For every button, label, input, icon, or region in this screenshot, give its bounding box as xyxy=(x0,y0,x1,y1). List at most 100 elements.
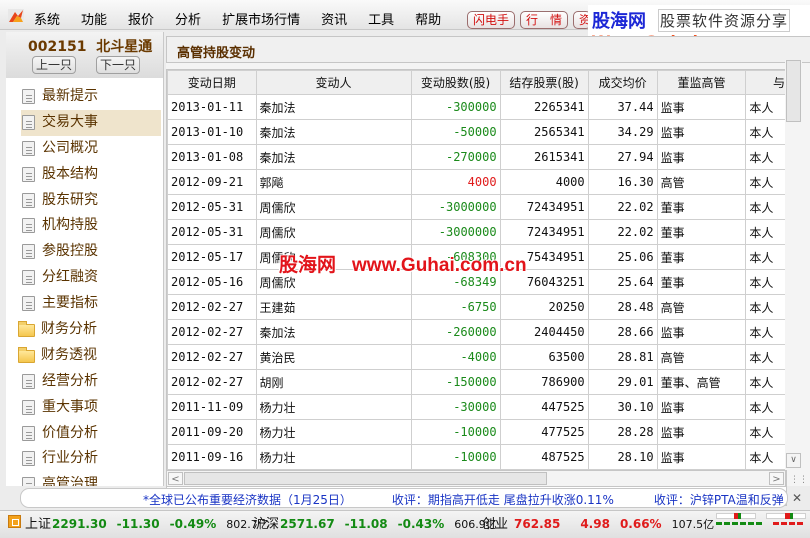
sidebar-item[interactable]: 参股控股 xyxy=(6,239,163,265)
brand-slogan: 股票软件资源分享 xyxy=(658,9,791,32)
window-restore-icon[interactable] xyxy=(8,515,21,528)
cell-person: 周儒欣 xyxy=(255,244,412,270)
sidebar-item[interactable]: 分红融资 xyxy=(6,265,163,291)
cell-avg-price: 16.30 xyxy=(587,169,658,195)
cell-position: 监事 xyxy=(656,419,747,445)
table-row[interactable]: 2013-01-10 秦加法 -50000 2565341 34.29 监事 本人 xyxy=(167,119,786,145)
market-button[interactable]: 行 情 xyxy=(520,11,569,29)
table-row[interactable]: 2011-09-16 杨力壮 -10000 487525 28.10 监事 本人 xyxy=(167,444,786,470)
table-row[interactable]: 2012-05-16 周儒欣 -68349 76043251 25.64 董事 本人 xyxy=(167,269,786,295)
menu-extended-market[interactable]: 扩展市场行情 xyxy=(222,9,300,28)
col-header-remaining-shares[interactable]: 结存股票(股) xyxy=(499,70,589,95)
col-header-position[interactable]: 董监高管 xyxy=(656,70,747,95)
cell-person: 秦加法 xyxy=(255,119,412,145)
sidebar-item[interactable]: 主要指标 xyxy=(6,291,163,317)
sidebar-item[interactable]: 股本结构 xyxy=(6,162,163,188)
table-row[interactable]: 2012-02-27 黄治民 -4000 63500 28.81 高管 本人 xyxy=(167,344,786,370)
vertical-scrollbar[interactable]: ∨ xyxy=(785,60,802,470)
table-row[interactable]: 2012-02-27 王建茹 -6750 20250 28.48 高管 本人 xyxy=(167,294,786,320)
news-ticker: *全球已公布重要经济数据（1月25日） 收评：期指高开低走 尾盘拉升收涨0.11%… xyxy=(20,488,788,508)
table-row[interactable]: 2013-01-11 秦加法 -300000 2265341 37.44 监事 本人 xyxy=(167,94,786,120)
table-row[interactable]: 2012-02-27 秦加法 -260000 2404450 28.66 监事 本人 xyxy=(167,319,786,345)
sidebar-item-label: 财务透视 xyxy=(41,346,97,363)
menu-function[interactable]: 功能 xyxy=(81,9,107,28)
cell-change-shares: -3000000 xyxy=(410,219,501,245)
scroll-right-icon[interactable]: > xyxy=(769,472,784,485)
cell-avg-price: 29.01 xyxy=(587,369,658,395)
vertical-scroll-thumb[interactable] xyxy=(786,60,801,122)
cell-relation: 本人 xyxy=(745,444,786,470)
index-change: -11.08 xyxy=(344,517,388,531)
index-name: 创业 xyxy=(482,517,509,532)
sidebar-item[interactable]: 公司概况 xyxy=(6,136,163,162)
sidebar-item[interactable]: 最新提示 xyxy=(6,84,163,110)
next-stock-button[interactable]: 下一只 xyxy=(96,56,140,74)
table-row[interactable]: 2012-05-31 周儒欣 -3000000 72434951 22.02 董事 本人 xyxy=(167,194,786,220)
horizontal-scrollbar[interactable]: < > xyxy=(166,470,786,487)
sidebar-item[interactable]: 价值分析 xyxy=(6,421,163,447)
sidebar-item[interactable]: 高管治理 xyxy=(6,472,163,486)
menu-help[interactable]: 帮助 xyxy=(415,9,441,28)
cell-avg-price: 28.10 xyxy=(587,444,658,470)
ticker-item[interactable]: *全球已公布重要经济数据（1月25日） xyxy=(143,493,352,507)
document-icon xyxy=(22,399,35,415)
stock-header: 002151 北斗星通 上一只 下一只 xyxy=(6,32,163,78)
prev-stock-button[interactable]: 上一只 xyxy=(32,56,76,74)
menu-tools[interactable]: 工具 xyxy=(368,9,394,28)
table-row[interactable]: 2011-09-20 杨力壮 -10000 477525 28.28 监事 本人 xyxy=(167,419,786,445)
sidebar-item[interactable]: 财务透视 xyxy=(6,343,163,369)
col-header-change-shares[interactable]: 变动股数(股) xyxy=(410,70,501,95)
document-icon xyxy=(22,192,35,208)
menu-analysis[interactable]: 分析 xyxy=(175,9,201,28)
lightning-trade-button[interactable]: 闪电手 xyxy=(467,11,516,29)
breadth-bar-red xyxy=(773,522,805,525)
cell-person: 王建茹 xyxy=(255,294,412,320)
sidebar-item[interactable]: 经营分析 xyxy=(6,369,163,395)
horizontal-scroll-thumb[interactable] xyxy=(184,472,547,485)
sidebar-item[interactable]: 重大事项 xyxy=(6,395,163,421)
table-row[interactable]: 2012-09-21 郭飚 4000 4000 16.30 高管 本人 xyxy=(167,169,786,195)
table-row[interactable]: 2011-11-09 杨力壮 -30000 447525 30.10 监事 本人 xyxy=(167,394,786,420)
index-change: 4.98 xyxy=(580,517,610,531)
cell-change-shares: -50000 xyxy=(410,119,501,145)
document-icon xyxy=(22,89,35,104)
sidebar-item[interactable]: 交易大事 xyxy=(21,109,161,136)
menu-items: 系统 功能 报价 分析 扩展市场行情 资讯 工具 帮助 xyxy=(34,9,462,28)
index-shanghai[interactable]: 上证2291.30 -11.30 -0.49% 802.7亿 xyxy=(25,513,269,532)
document-icon xyxy=(22,114,35,130)
index-chinext[interactable]: 创业 762.85 4.98 0.66% 107.5亿 xyxy=(482,513,714,532)
scroll-down-icon[interactable]: ∨ xyxy=(786,453,801,468)
cell-date: 2013-01-08 xyxy=(167,144,257,170)
col-header-person[interactable]: 变动人 xyxy=(255,70,412,95)
sidebar-item[interactable]: 行业分析 xyxy=(6,446,163,472)
menu-system[interactable]: 系统 xyxy=(34,9,60,28)
col-header-date[interactable]: 变动日期 xyxy=(167,70,257,95)
resize-grip-icon[interactable]: ⋮⋮ xyxy=(790,474,808,486)
table-row[interactable]: 2013-01-08 秦加法 -270000 2615341 27.94 监事 本人 xyxy=(167,144,786,170)
cell-remaining-shares: 4000 xyxy=(499,169,589,195)
cell-remaining-shares: 72434951 xyxy=(499,219,589,245)
cell-change-shares: -270000 xyxy=(410,144,501,170)
content-panel: 高管持股变动 变动日期 变动人 变动股数(股) 结存股票(股) 成交均价 董监高… xyxy=(166,36,810,506)
sidebar-item-label: 公司概况 xyxy=(42,139,98,156)
cell-change-shares: -3000000 xyxy=(410,194,501,220)
sidebar-item[interactable]: 机构持股 xyxy=(6,213,163,239)
table-row[interactable]: 2012-05-17 周儒欣 -608300 75434951 25.06 董事 本人 xyxy=(167,244,786,270)
col-header-avg-price[interactable]: 成交均价 xyxy=(587,70,658,95)
sidebar-item[interactable]: 股东研究 xyxy=(6,188,163,214)
menu-quote[interactable]: 报价 xyxy=(128,9,154,28)
cell-avg-price: 27.94 xyxy=(587,144,658,170)
ticker-item[interactable]: 收评：沪锌PTA温和反弹 xyxy=(654,493,784,507)
sidebar-item[interactable]: 财务分析 xyxy=(6,317,163,343)
index-value: 762.85 xyxy=(514,517,561,531)
menu-news[interactable]: 资讯 xyxy=(321,9,347,28)
close-icon[interactable]: ✕ xyxy=(790,491,804,505)
index-hs300[interactable]: 沪深2571.67 -11.08 -0.43% 606.9亿 xyxy=(253,513,497,532)
scroll-left-icon[interactable]: < xyxy=(168,472,183,485)
table-row[interactable]: 2012-05-31 周儒欣 -3000000 72434951 22.02 董事 本人 xyxy=(167,219,786,245)
cell-change-shares: 4000 xyxy=(410,169,501,195)
col-header-relation[interactable]: 与 xyxy=(745,70,786,95)
sidebar-item-label: 股东研究 xyxy=(42,191,98,208)
table-row[interactable]: 2012-02-27 胡刚 -150000 786900 29.01 董事、高管 本人 xyxy=(167,369,786,395)
ticker-item[interactable]: 收评：期指高开低走 尾盘拉升收涨0.11% xyxy=(392,493,614,507)
